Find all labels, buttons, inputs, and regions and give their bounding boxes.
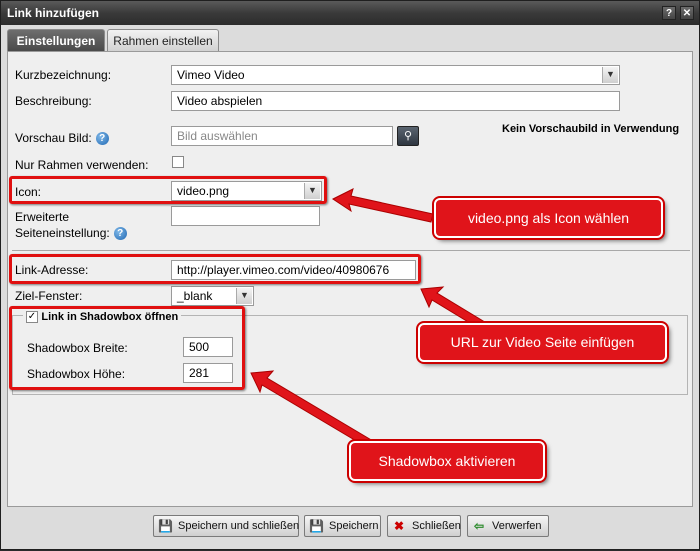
separator (12, 250, 690, 251)
save-button[interactable]: 💾 Speichern (304, 515, 381, 537)
ziel-fenster-label: Ziel-Fenster: (15, 289, 83, 303)
floppy-icon: 💾 (158, 519, 173, 533)
close-icon[interactable]: ✕ (680, 6, 694, 20)
undo-arrow-icon: ⇦ (473, 519, 485, 533)
help-icon[interactable]: ? (95, 132, 109, 146)
nur-rahmen-checkbox[interactable] (172, 156, 184, 168)
save-and-close-button[interactable]: 💾 Speichern und schließen (153, 515, 299, 537)
callout-icon: video.png als Icon wählen (434, 198, 663, 238)
tab-einstellungen[interactable]: Einstellungen (7, 29, 105, 51)
beschreibung-input[interactable]: Video abspielen (171, 91, 620, 111)
highlight-shadowbox (9, 306, 245, 390)
kurzbezeichnung-value: Vimeo Video (177, 68, 245, 82)
chevron-down-icon[interactable]: ▼ (602, 67, 618, 83)
callout-shadowbox: Shadowbox aktivieren (349, 441, 545, 481)
nur-rahmen-label: Nur Rahmen verwenden: (15, 158, 149, 172)
highlight-icon-row (9, 176, 327, 204)
kurzbezeichnung-combo[interactable]: Vimeo Video ▼ (171, 65, 620, 85)
discard-button[interactable]: ⇦ Verwerfen (467, 515, 549, 537)
ziel-fenster-combo[interactable]: _blank ▼ (171, 286, 254, 306)
erweiterte-label-2: Seiteneinstellung:? (15, 226, 127, 241)
highlight-link-row (9, 254, 421, 284)
beschreibung-label: Beschreibung: (15, 94, 92, 108)
vorschau-input[interactable]: Bild auswählen (171, 126, 393, 146)
chevron-down-icon[interactable]: ▼ (236, 288, 252, 304)
search-icon[interactable]: ⚲ (397, 126, 419, 146)
close-icon: ✖ (393, 519, 405, 533)
callout-url: URL zur Video Seite einfügen (418, 323, 667, 362)
ziel-fenster-value: _blank (177, 289, 213, 303)
link-dialog: Link hinzufügen ? ✕ Einstellungen Rahmen… (0, 0, 700, 550)
kurzbezeichnung-label: Kurzbezeichnung: (15, 68, 112, 82)
erweiterte-label-1: Erweiterte (15, 210, 70, 224)
window-title: Link hinzufügen (7, 6, 99, 20)
vorschau-status: Kein Vorschaubild in Verwendung (502, 123, 680, 135)
help-icon[interactable]: ? (113, 227, 127, 241)
floppy-icon: 💾 (309, 519, 324, 533)
help-icon[interactable]: ? (662, 6, 676, 20)
close-button[interactable]: ✖ Schließen (387, 515, 461, 537)
title-bar[interactable]: Link hinzufügen ? ✕ (1, 1, 699, 25)
vorschau-label: Vorschau Bild:? (15, 131, 109, 146)
tab-rahmen-einstellen[interactable]: Rahmen einstellen (107, 29, 219, 51)
erweiterte-input[interactable] (171, 206, 320, 226)
